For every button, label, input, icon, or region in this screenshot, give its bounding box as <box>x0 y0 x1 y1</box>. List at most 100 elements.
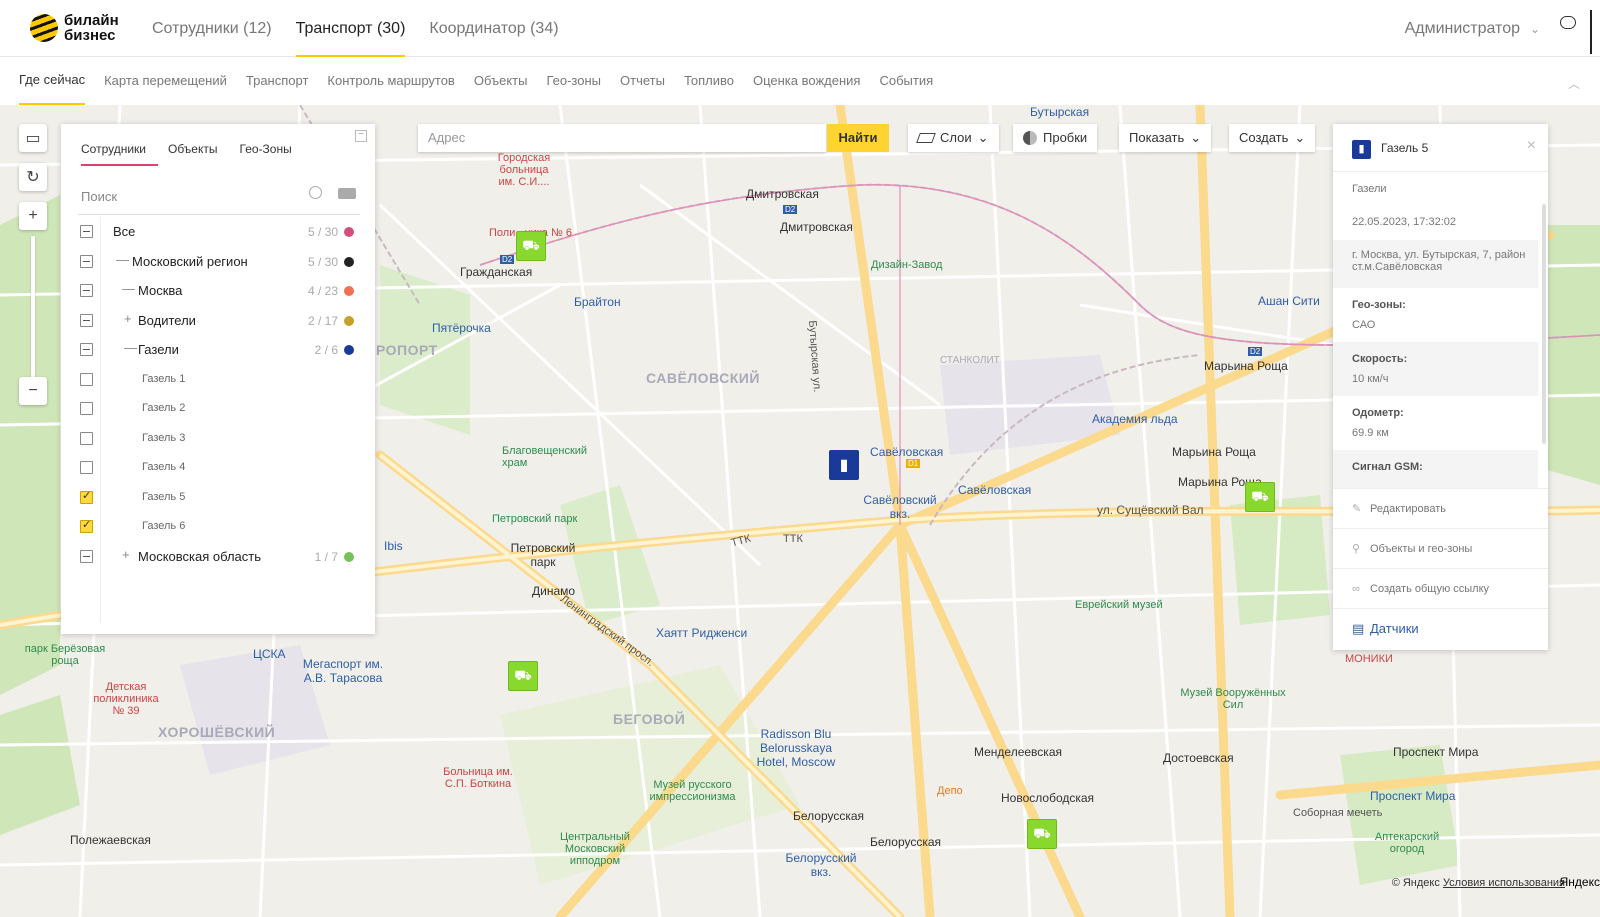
chevron-down-icon[interactable]: ⌄ <box>1530 22 1540 36</box>
expand-icon[interactable]: + <box>122 547 130 562</box>
checkbox[interactable] <box>80 313 93 327</box>
vehicle-marker[interactable]: ⛟ <box>516 231 546 261</box>
tree-row[interactable]: Газель 3 <box>78 424 360 453</box>
rail-badge: D2 <box>500 255 515 264</box>
expand-icon[interactable]: + <box>124 311 132 326</box>
sensors-button[interactable]: ▤ Датчики <box>1333 608 1548 648</box>
subnav-events[interactable]: События <box>879 57 933 105</box>
checkbox[interactable] <box>80 225 93 238</box>
subnav-geozones[interactable]: Гео-зоны <box>546 57 601 105</box>
checkbox[interactable] <box>80 254 93 268</box>
odometer-value: 69.9 км <box>1352 427 1389 439</box>
create-button[interactable]: Создать ⌄ <box>1229 124 1316 152</box>
vehicle-icon: ▮ <box>1352 140 1371 159</box>
layers-button[interactable]: Слои ⌄ <box>908 124 999 152</box>
tree-row[interactable]: Газель 6 <box>78 512 360 541</box>
collapse-icon[interactable]: — <box>124 340 137 355</box>
tree-row[interactable]: Газель 4 <box>78 453 360 482</box>
tree-row[interactable]: Все 5 / 30 <box>78 217 360 246</box>
search-icon[interactable] <box>309 186 322 199</box>
chevron-up-icon[interactable]: ︿ <box>1568 75 1580 92</box>
poi-label: ЦСКА <box>253 647 286 661</box>
objects-geozones-button[interactable]: ⚲ Объекты и гео-зоны <box>1333 528 1548 568</box>
tree-label: Газель 2 <box>142 402 186 414</box>
subnav-transport[interactable]: Транспорт <box>246 57 309 105</box>
checkbox[interactable] <box>80 402 93 415</box>
truck-icon[interactable] <box>338 188 356 199</box>
subnav-fuel[interactable]: Топливо <box>684 57 734 105</box>
chat-icon[interactable] <box>1560 16 1576 29</box>
vehicle-marker[interactable]: ⛟ <box>1027 819 1057 849</box>
tree-row[interactable]: + Московская область 1 / 7 <box>78 542 360 571</box>
tree-count: 2 / 6 <box>314 343 338 357</box>
tab-employees[interactable]: Сотрудники <box>81 142 158 166</box>
poi-label: Мегаспорт им. А.В. Тарасова <box>302 657 384 685</box>
tree-row[interactable]: Газель 1 <box>78 365 360 394</box>
checkbox[interactable] <box>80 489 93 504</box>
zoom-in-button[interactable]: + <box>19 202 47 230</box>
tab-objects[interactable]: Объекты <box>168 142 230 166</box>
selected-vehicle-marker[interactable]: ▮ <box>829 450 859 480</box>
poi-label: Radisson Blu Belorusskaya Hotel, Moscow <box>756 727 836 769</box>
vehicle-title: Газель 5 <box>1381 141 1429 155</box>
tree-row[interactable]: — Москва 4 / 23 <box>78 276 360 305</box>
road-label: ТТК <box>783 533 803 545</box>
geozones-key: Гео-зоны: <box>1352 299 1406 311</box>
speed-value: 10 км/ч <box>1352 373 1389 385</box>
minimize-icon[interactable]: − <box>355 130 367 142</box>
tree-row[interactable]: Газель 5 <box>78 483 360 512</box>
vehicle-marker[interactable]: ⛟ <box>508 661 538 691</box>
poi-label: Соборная мечеть <box>1293 807 1383 819</box>
tree-row[interactable]: — Газели 2 / 6 <box>78 335 360 364</box>
checkbox[interactable] <box>80 343 93 356</box>
metro-label: Гражданская <box>460 265 533 279</box>
subnav-reports[interactable]: Отчеты <box>620 57 665 105</box>
tree-row[interactable]: — Московский регион 5 / 30 <box>78 247 360 276</box>
tab-geozones[interactable]: Гео-Зоны <box>240 142 304 166</box>
poi-label: Аптекарский огород <box>1374 831 1440 855</box>
subnav-where-now[interactable]: Где сейчас <box>19 57 86 105</box>
checkbox[interactable] <box>80 518 93 533</box>
vehicle-marker[interactable]: ⛟ <box>1245 482 1275 512</box>
checkbox[interactable] <box>80 284 93 297</box>
traffic-button[interactable]: Пробки <box>1013 124 1098 152</box>
tree-row[interactable]: + Водители 2 / 17 <box>78 306 360 335</box>
find-button[interactable]: Найти <box>827 124 889 152</box>
zoom-slider[interactable] <box>31 236 35 381</box>
terms-link[interactable]: Условия использования <box>1443 877 1565 889</box>
zoom-out-button[interactable]: − <box>19 377 47 405</box>
checkbox[interactable] <box>80 372 93 386</box>
subnav-route-control[interactable]: Контроль маршрутов <box>327 57 454 105</box>
collapse-icon[interactable]: — <box>116 252 129 267</box>
checkbox[interactable] <box>80 431 93 445</box>
share-link-button[interactable]: ∞ Создать общую ссылку <box>1333 568 1548 608</box>
collapse-icon[interactable]: — <box>122 281 135 296</box>
copyright-text: © Яндекс <box>1391 877 1440 889</box>
close-icon[interactable]: × <box>1527 137 1536 155</box>
checkbox[interactable] <box>80 549 93 563</box>
tab-transport[interactable]: Транспорт (30) <box>284 0 418 57</box>
show-button[interactable]: Показать ⌄ <box>1119 124 1212 152</box>
brand-line-1: билайн <box>64 12 119 29</box>
tab-employees[interactable]: Сотрудники (12) <box>152 0 284 57</box>
panel-scrollbar[interactable] <box>1542 204 1546 444</box>
edit-button[interactable]: ✎ Редактировать <box>1333 488 1548 528</box>
subnav-objects[interactable]: Объекты <box>474 57 528 105</box>
route-icon[interactable]: ↻ <box>19 163 47 191</box>
brand-logo[interactable]: билайн бизнес <box>30 13 124 43</box>
panel-header: ▮ Газель 5 × <box>1333 124 1548 172</box>
ruler-icon[interactable]: ▭ <box>19 124 47 152</box>
traffic-label: Пробки <box>1043 130 1088 145</box>
tab-coordinator[interactable]: Координатор (34) <box>417 0 570 57</box>
subnav-movement-map[interactable]: Карта перемещений <box>104 57 227 105</box>
metro-label: Марьина Роща <box>1204 359 1288 373</box>
color-dot <box>344 286 354 296</box>
subnav-driving-score[interactable]: Оценка вождения <box>753 57 860 105</box>
tree-search-input[interactable]: Поиск <box>78 179 360 215</box>
link-icon: ∞ <box>1352 583 1360 595</box>
address-search-input[interactable]: Адрес <box>418 124 826 152</box>
checkbox[interactable] <box>80 461 93 474</box>
user-menu[interactable]: Администратор <box>1405 20 1520 38</box>
tree-row[interactable]: Газель 2 <box>78 394 360 423</box>
gsm-key: Сигнал GSM: <box>1352 461 1423 473</box>
